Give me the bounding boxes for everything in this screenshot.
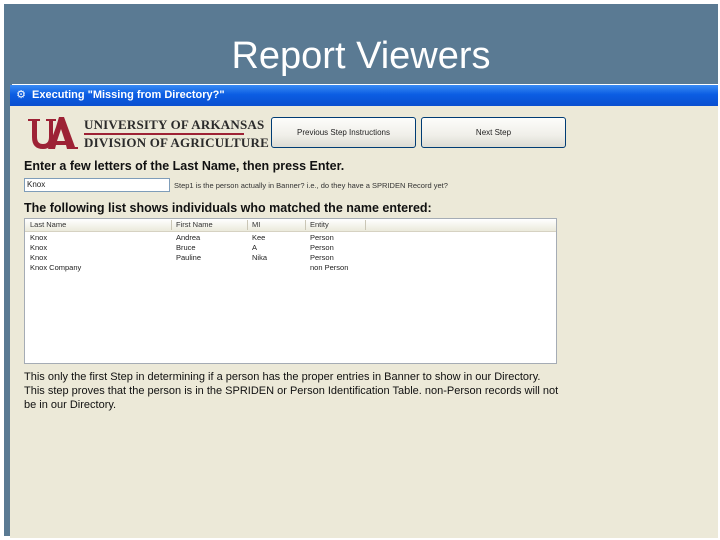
results-list-header: Last Name First Name MI Entity: [25, 219, 556, 232]
column-separator[interactable]: [365, 220, 366, 230]
cell-entity: non Person: [310, 263, 349, 272]
column-separator[interactable]: [171, 220, 172, 230]
cell-last-name: Knox: [30, 253, 48, 262]
cell-last-name: Knox: [30, 243, 48, 252]
cell-last-name: Knox Company: [30, 263, 82, 272]
next-step-button[interactable]: Next Step: [421, 117, 566, 148]
window-title: Executing "Missing from Directory?": [32, 89, 225, 101]
last-name-input[interactable]: Knox: [24, 178, 170, 192]
cell-last-name: Knox: [30, 233, 48, 242]
column-header-last-name[interactable]: Last Name: [30, 220, 66, 230]
cell-entity: Person: [310, 253, 334, 262]
search-instruction-label: Enter a few letters of the Last Name, th…: [24, 159, 345, 173]
uada-logo-mark: [28, 117, 78, 149]
column-separator[interactable]: [305, 220, 306, 230]
column-header-entity[interactable]: Entity: [310, 220, 329, 230]
logo-university-text: UNIVERSITY OF ARKANSAS: [84, 117, 265, 132]
column-separator[interactable]: [247, 220, 248, 230]
previous-step-button[interactable]: Previous Step Instructions: [271, 117, 416, 148]
column-header-mi[interactable]: MI: [252, 220, 260, 230]
window-titlebar[interactable]: ⚙ Executing "Missing from Directory?": [10, 85, 718, 106]
step-note-text: Step1 is the person actually in Banner? …: [174, 181, 448, 190]
cell-entity: Person: [310, 233, 334, 242]
table-row[interactable]: Knox Pauline Nika Person: [25, 253, 556, 263]
results-list[interactable]: Last Name First Name MI Entity Knox Andr…: [24, 218, 557, 364]
cell-mi: Kee: [252, 233, 266, 242]
table-row[interactable]: Knox Andrea Kee Person: [25, 233, 556, 243]
cell-first-name: Bruce: [176, 243, 196, 252]
cell-entity: Person: [310, 243, 334, 252]
app-window: ⚙ Executing "Missing from Directory?" UN…: [10, 85, 718, 538]
cell-mi: A: [252, 243, 258, 252]
logo-division-text: DIVISION OF AGRICULTURE: [84, 135, 269, 150]
cell-first-name: Pauline: [176, 253, 202, 262]
table-row[interactable]: Knox Bruce A Person: [25, 243, 556, 253]
table-row[interactable]: Knox Company non Person: [25, 263, 556, 273]
explanation-text: This only the first Step in determining …: [24, 371, 559, 411]
window-app-icon: ⚙: [16, 89, 26, 101]
cell-first-name: Andrea: [176, 233, 201, 242]
results-label: The following list shows individuals who…: [24, 201, 432, 215]
column-header-first-name[interactable]: First Name: [176, 220, 213, 230]
cell-mi: Nika: [252, 253, 268, 262]
slide-header: Report Viewers: [4, 4, 718, 84]
uada-logo: UNIVERSITY OF ARKANSAS DIVISION OF AGRIC…: [26, 115, 269, 151]
slide-title: Report Viewers: [231, 35, 491, 77]
